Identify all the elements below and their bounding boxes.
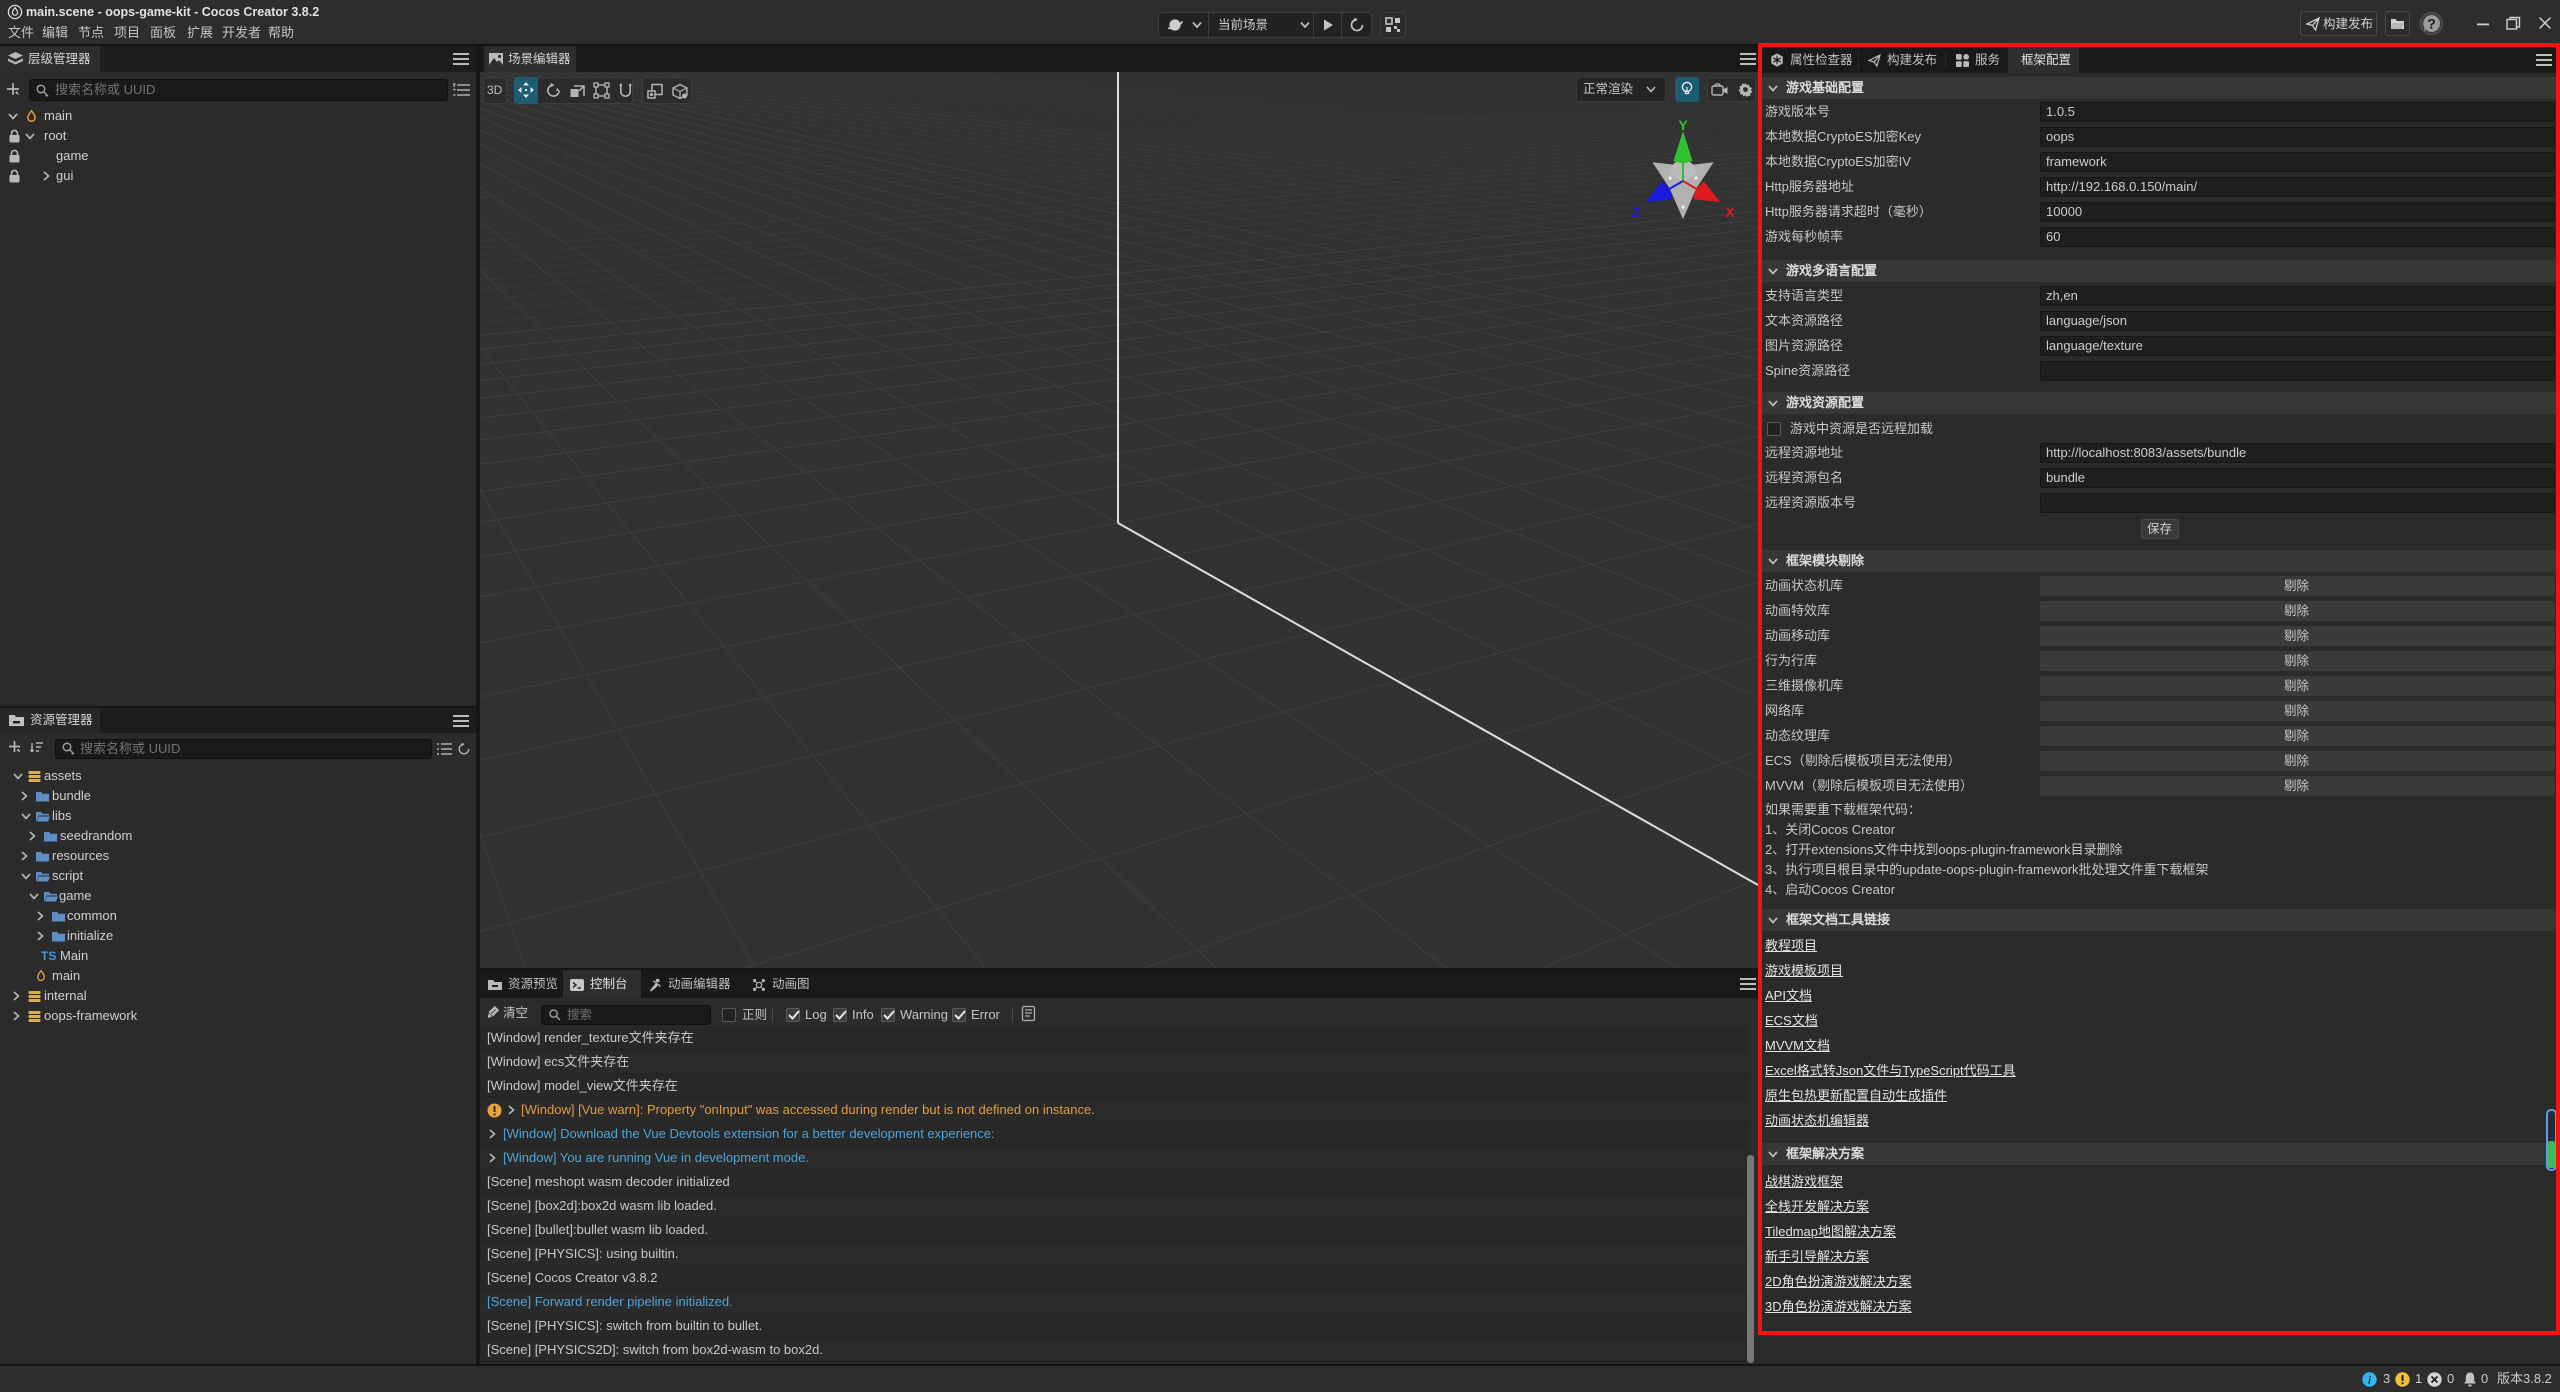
svg-text:Y: Y — [1678, 117, 1688, 133]
svg-text:X: X — [1725, 204, 1735, 220]
svg-text:Z: Z — [1632, 204, 1641, 220]
svg-text:?: ? — [2427, 16, 2436, 32]
